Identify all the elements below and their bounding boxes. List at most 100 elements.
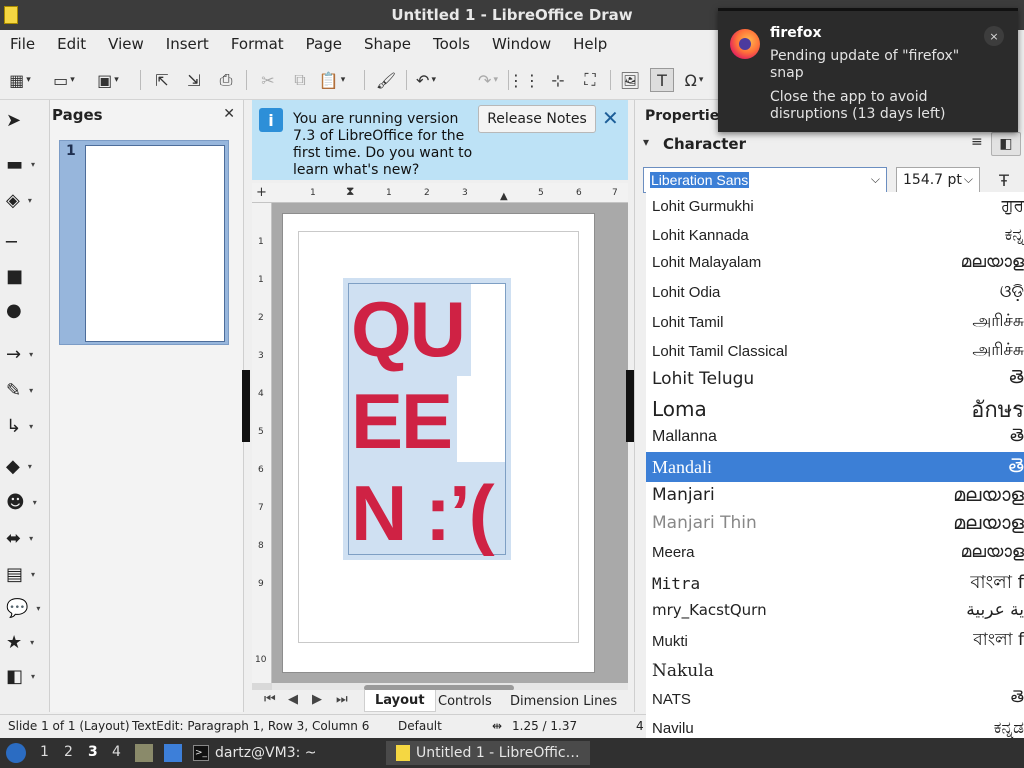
font-list-item[interactable]: mry_KacstQurn ية عربية — [646, 596, 1024, 624]
menu-help[interactable]: Help — [573, 35, 607, 53]
status-style[interactable]: Default — [398, 719, 442, 733]
basic-shapes-icon[interactable]: ◆ ▾ — [6, 452, 44, 480]
font-list-item[interactable]: Loma อักษร — [646, 394, 1024, 424]
connector-tool-icon[interactable]: ↳ ▾ — [6, 412, 44, 440]
menu-page[interactable]: Page — [306, 35, 342, 53]
sidebar-settings-icon[interactable]: ◧ — [991, 132, 1021, 156]
last-tab-icon[interactable]: ⏭ — [336, 692, 348, 707]
menu-file[interactable]: File — [10, 35, 35, 53]
export-icon[interactable]: ⇱ — [150, 68, 174, 92]
redo-icon[interactable]: ↷ ▾ — [476, 68, 500, 92]
font-list-item[interactable]: Mallanna తె — [646, 423, 1024, 451]
insert-image-icon[interactable]: 🖼 — [618, 68, 642, 92]
insert-text-box-icon[interactable]: T — [650, 68, 674, 92]
font-list-item[interactable]: Mukti বাংলা f — [646, 626, 1024, 656]
pages-panel-close-icon[interactable]: ✕ — [223, 106, 235, 122]
3d-objects-icon[interactable]: ◧ ▾ — [6, 662, 44, 690]
font-name-dropdown-list[interactable]: Lohit Gurmukhi ਗੁਰ Lohit Kannada ಕನ್ನ Lohit … — [646, 192, 1024, 768]
font-name-value[interactable]: Liberation Sans — [650, 172, 750, 188]
text-box-selected[interactable]: QU EE N :’( — [343, 278, 511, 560]
menu-shape[interactable]: Shape — [364, 35, 411, 53]
fill-color-icon[interactable]: ◈ ▾ — [6, 186, 44, 214]
workspace-2[interactable]: 2 — [64, 744, 73, 760]
workspace-4[interactable]: 4 — [112, 744, 121, 760]
draw-app-icon[interactable] — [4, 6, 18, 24]
firefox-notification[interactable]: firefox Pending update of "firefox" snap… — [718, 8, 1018, 132]
file-manager-icon[interactable] — [135, 744, 153, 762]
helplines-icon[interactable]: ⊹ — [546, 68, 570, 92]
rectangle-tool-icon[interactable]: ■ — [6, 262, 44, 290]
stars-icon[interactable]: ★ ▾ — [6, 628, 44, 656]
font-size-combobox[interactable]: 154.7 pt ⌵ — [896, 167, 980, 193]
cut-icon[interactable]: ✂ — [256, 68, 280, 92]
start-menu-icon[interactable] — [6, 743, 26, 763]
release-notes-button[interactable]: Release Notes — [478, 105, 596, 133]
font-size-value[interactable]: 154.7 pt — [903, 172, 962, 188]
page-thumbnail[interactable] — [85, 145, 225, 342]
flowchart-icon[interactable]: ▤ ▾ — [6, 560, 44, 588]
font-list-item[interactable]: Lohit Odia ଓଡ଼ି — [646, 278, 1024, 306]
print-icon[interactable]: ⎙ — [214, 68, 238, 92]
font-list-item[interactable]: Lohit Tamil அரிச்சு — [646, 308, 1024, 336]
callout-shapes-icon[interactable]: 💬 ▾ — [6, 594, 44, 622]
menu-insert[interactable]: Insert — [166, 35, 209, 53]
symbol-shapes-icon[interactable]: ☻ ▾ — [6, 488, 44, 516]
font-list-item[interactable]: Manjari Thin മലയാള — [646, 508, 1024, 538]
font-list-item[interactable]: Lohit Tamil Classical அரிச்சு — [646, 337, 1024, 365]
workspace-3[interactable]: 3 — [88, 744, 98, 760]
font-name-combobox[interactable]: Liberation Sans ⌵ — [643, 167, 887, 193]
menu-tools[interactable]: Tools — [433, 35, 470, 53]
line-arrow-tool-icon[interactable]: → ▾ — [6, 340, 44, 368]
grid-icon[interactable]: ⋮⋮ — [508, 68, 540, 92]
new-document-icon[interactable]: ▦ ▾ — [8, 68, 32, 92]
horizontal-ruler[interactable]: + 1 ⧗ 1 2 3 ▲ 5 6 7 — [252, 183, 628, 203]
line-tool-icon[interactable]: ─ — [6, 228, 44, 256]
paste-icon[interactable]: 📋 ▾ — [319, 68, 345, 92]
undo-icon[interactable]: ↶ ▾ — [414, 68, 438, 92]
page-thumbnail-item[interactable]: 1 — [59, 140, 229, 345]
pages-panel-collapse-handle[interactable] — [242, 370, 250, 442]
line-color-icon[interactable]: ▬ ▾ — [6, 150, 44, 178]
infobar-close-icon[interactable]: ✕ — [602, 106, 619, 130]
select-arrow-icon[interactable]: ➤ — [6, 106, 44, 134]
menu-format[interactable]: Format — [231, 35, 284, 53]
font-list-item[interactable]: Mitra বাংলা f — [646, 568, 1024, 598]
font-list-item[interactable]: Mandali తె — [646, 452, 1024, 482]
text-line-3[interactable]: N :’( — [351, 474, 495, 552]
tab-controls[interactable]: Controls — [428, 690, 502, 712]
text-line-1[interactable]: QU — [351, 290, 466, 368]
block-arrows-icon[interactable]: ⬌ ▾ — [6, 524, 44, 552]
text-line-2[interactable]: EE — [351, 382, 453, 460]
desktop-icon[interactable] — [164, 744, 182, 762]
font-list-item[interactable]: Lohit Telugu తె — [646, 364, 1024, 394]
text-formatting-icon[interactable]: Ŧ — [989, 167, 1019, 193]
menu-window[interactable]: Window — [492, 35, 551, 53]
tab-dimension-lines[interactable]: Dimension Lines — [500, 690, 627, 712]
character-section-header[interactable]: ▾ Character ≡ ◧ — [635, 130, 1024, 158]
tab-marker-icon[interactable]: ▲ — [500, 191, 508, 202]
curve-tool-icon[interactable]: ✎ ▾ — [6, 376, 44, 404]
indent-marker-icon[interactable]: ⧗ — [346, 184, 354, 199]
drawing-page[interactable]: QU EE N :’( — [282, 213, 595, 673]
notification-close-button[interactable]: × — [984, 26, 1004, 46]
zoom-pan-icon[interactable]: ⛶ — [578, 68, 602, 92]
font-list-item[interactable]: Lohit Gurmukhi ਗੁਰ — [646, 192, 1024, 220]
terminal-task[interactable]: >_ dartz@VM3: ~ — [193, 741, 317, 765]
first-tab-icon[interactable]: ⏮ — [264, 692, 276, 707]
special-character-icon[interactable]: Ω ▾ — [682, 68, 706, 92]
chevron-down-icon[interactable]: ▾ — [643, 135, 649, 149]
menu-edit[interactable]: Edit — [57, 35, 86, 53]
sidebar-collapse-handle[interactable] — [626, 370, 634, 442]
font-list-item[interactable]: Lohit Malayalam മലയാള — [646, 248, 1024, 276]
chevron-down-icon[interactable]: ⌵ — [964, 172, 973, 187]
font-list-item[interactable]: Manjari മലയാള — [646, 480, 1024, 510]
tab-layout[interactable]: Layout — [364, 690, 436, 712]
vertical-ruler[interactable]: 1 1 2 3 4 5 6 7 8 9 10 — [252, 203, 272, 683]
ellipse-tool-icon[interactable]: ● — [6, 296, 44, 324]
prev-tab-icon[interactable]: ◀ — [288, 692, 298, 707]
font-list-item[interactable]: Nakula — [646, 656, 1024, 686]
font-list-item[interactable]: Lohit Kannada ಕನ್ನ — [646, 221, 1024, 249]
font-list-item[interactable]: NATS తె — [646, 684, 1024, 714]
open-folder-icon[interactable]: ▭ ▾ — [52, 68, 76, 92]
font-list-item[interactable]: Meera മലയാള — [646, 538, 1024, 566]
